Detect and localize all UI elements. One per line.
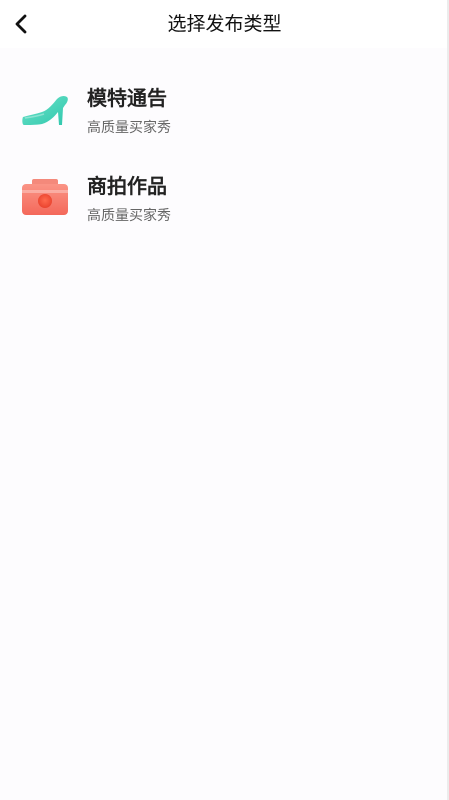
item-subtitle: 高质量买家秀 — [87, 208, 171, 224]
high-heel-shoe-icon — [22, 95, 68, 125]
page-title: 选择发布类型 — [167, 13, 282, 35]
item-subtitle: 高质量买家秀 — [87, 120, 171, 136]
list-item-commercial-shoot[interactable]: 商拍作品 高质量买家秀 — [0, 168, 449, 256]
list-item-model-notice[interactable]: 模特通告 高质量买家秀 — [0, 80, 449, 168]
item-title: 商拍作品 — [87, 174, 167, 198]
publish-type-list: 模特通告 高质量买家秀 商拍作品 高质量买家秀 — [0, 80, 449, 256]
item-title: 模特通告 — [87, 86, 167, 110]
camera-icon — [22, 179, 68, 215]
page: 选择发布类型 模特通告 高质量买家秀 商拍作品 高质量买家秀 — [0, 0, 449, 800]
header-bar: 选择发布类型 — [0, 0, 449, 48]
